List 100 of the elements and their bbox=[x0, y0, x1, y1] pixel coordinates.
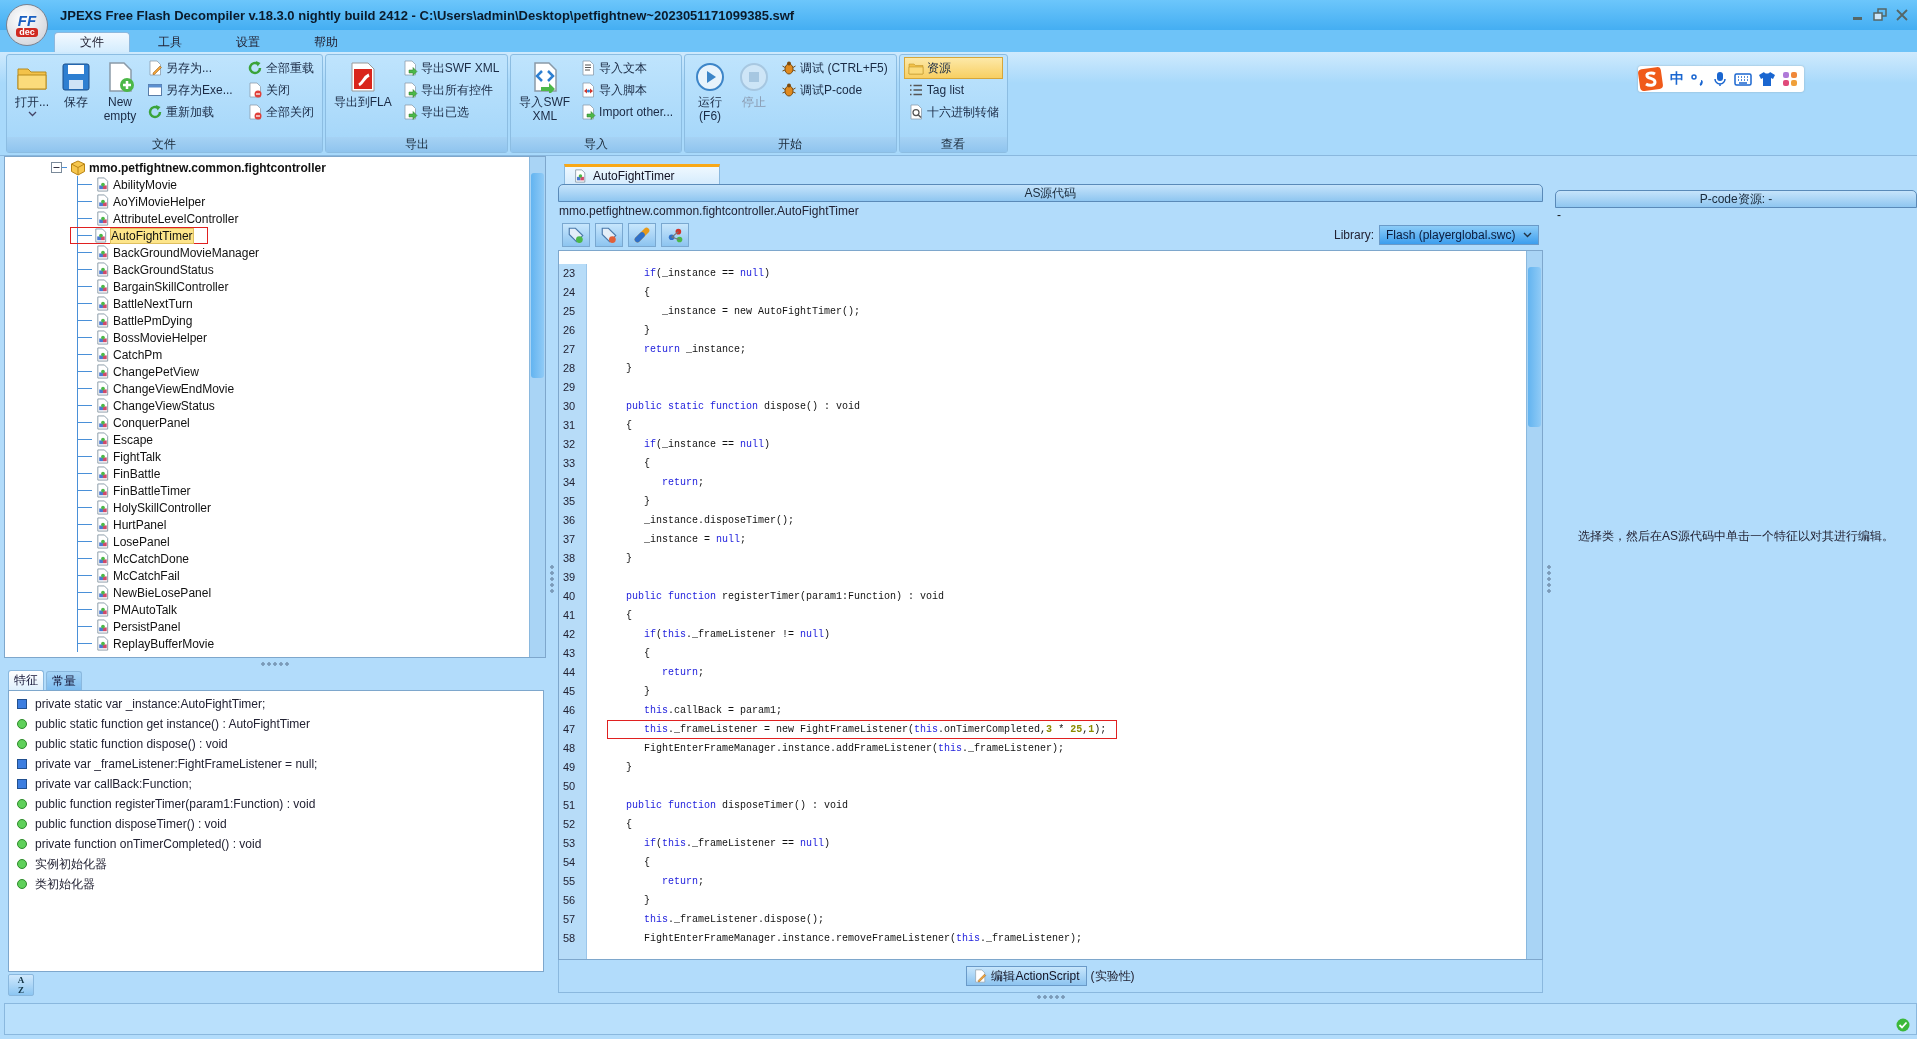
shirt-icon[interactable] bbox=[1758, 71, 1776, 87]
ribbon-button[interactable]: 打开... bbox=[11, 57, 53, 135]
edit-button[interactable]: 编辑ActionScript bbox=[966, 966, 1087, 986]
feature-item[interactable]: public function disposeTimer() : void bbox=[9, 814, 543, 834]
ribbon-button[interactable]: 调试 (CTRL+F5) bbox=[777, 57, 892, 79]
ribbon-button[interactable]: 运行 (F6) bbox=[689, 57, 732, 135]
menu-tab[interactable]: 帮助 bbox=[288, 32, 364, 52]
collapse-icon[interactable] bbox=[51, 162, 62, 173]
feature-item[interactable]: public static function get instance() : AutoFightTimer bbox=[9, 714, 543, 734]
tree-item[interactable]: FinBattle bbox=[92, 465, 164, 482]
tree-item[interactable]: PMAutoTalk bbox=[92, 601, 181, 618]
ribbon-button[interactable]: 全部重载 bbox=[242, 57, 318, 79]
menu-tab[interactable]: 工具 bbox=[132, 32, 208, 52]
tree-item[interactable]: ChangePetView bbox=[92, 363, 202, 380]
panel-tab[interactable]: 常量 bbox=[46, 671, 82, 690]
ribbon-button[interactable]: 重新加载 bbox=[143, 101, 237, 123]
code-editor[interactable] bbox=[558, 250, 1543, 960]
close-icon[interactable] bbox=[1895, 8, 1909, 22]
code-line: _instance = new AutoFightTimer(); bbox=[661, 305, 862, 319]
ribbon-button[interactable]: 导入文本 bbox=[576, 57, 678, 79]
ribbon-button[interactable]: 导出所有控件 bbox=[397, 79, 504, 101]
tree-item[interactable]: ConquerPanel bbox=[92, 414, 193, 431]
feature-item[interactable]: public static function dispose() : void bbox=[9, 734, 543, 754]
tree-item[interactable]: AbilityMovie bbox=[92, 176, 181, 193]
line-number: 24 bbox=[562, 285, 577, 300]
splitter-handle[interactable] bbox=[1035, 993, 1066, 1001]
ribbon-button[interactable]: 保存 bbox=[55, 57, 97, 135]
ribbon-button[interactable]: 调试P-code bbox=[777, 79, 892, 101]
ime-mode[interactable]: 中 bbox=[1670, 70, 1684, 88]
tree-item[interactable]: HolySkillController bbox=[92, 499, 215, 516]
tree-item[interactable]: AttributeLevelController bbox=[92, 210, 242, 227]
tree-item[interactable]: BattleNextTurn bbox=[92, 295, 196, 312]
feature-item[interactable]: private function onTimerCompleted() : void bbox=[9, 834, 543, 854]
sort-button[interactable]: A Z bbox=[8, 974, 34, 996]
ribbon-button[interactable]: 全部关闭 bbox=[242, 101, 318, 123]
ribbon-button[interactable]: 另存为Exe... bbox=[143, 79, 237, 101]
ribbon-button[interactable]: 十六进制转储 bbox=[903, 101, 1003, 123]
ribbon-button[interactable]: 导出SWF XML bbox=[397, 57, 504, 79]
class-icon bbox=[95, 500, 110, 515]
ribbon-button[interactable]: 导入SWF XML bbox=[515, 57, 575, 135]
feature-item[interactable]: private var _frameListener:FightFrameListener = null; bbox=[9, 754, 543, 774]
ribbon-button[interactable]: 资源 bbox=[903, 57, 1003, 79]
scrollbar[interactable] bbox=[529, 157, 545, 657]
ribbon-button[interactable]: Import other... bbox=[576, 101, 678, 123]
stop-icon bbox=[738, 61, 771, 93]
ribbon-button[interactable]: 导出到FLA bbox=[329, 57, 396, 135]
tree-item[interactable]: NewBieLosePanel bbox=[92, 584, 215, 601]
tree-item[interactable]: ReplayBufferMovie bbox=[92, 635, 218, 652]
tag-plus-icon bbox=[567, 226, 585, 244]
tree-item[interactable]: BackGroundStatus bbox=[92, 261, 217, 278]
tree-item[interactable]: McCatchFail bbox=[92, 567, 183, 584]
feature-item[interactable]: 类初始化器 bbox=[9, 874, 543, 894]
punctuation-icon[interactable] bbox=[1690, 71, 1706, 87]
library-dropdown[interactable]: Flash (playerglobal.swc) bbox=[1379, 225, 1539, 245]
toolbar-button[interactable] bbox=[661, 223, 689, 247]
toolbar-button[interactable] bbox=[595, 223, 623, 247]
panel-tab[interactable]: 特征 bbox=[8, 670, 44, 690]
class-icon bbox=[95, 211, 110, 226]
splitter-handle[interactable] bbox=[550, 563, 554, 594]
toolbar-button[interactable] bbox=[628, 223, 656, 247]
tree-item[interactable]: FinBattleTimer bbox=[92, 482, 194, 499]
tree-item[interactable]: AoYiMovieHelper bbox=[92, 193, 209, 210]
ribbon-button[interactable]: 关闭 bbox=[242, 79, 318, 101]
ribbon-button[interactable]: New empty bbox=[99, 57, 141, 135]
feature-item[interactable]: 实例初始化器 bbox=[9, 854, 543, 874]
tree-item[interactable]: FightTalk bbox=[92, 448, 165, 465]
tree-item[interactable]: CatchPm bbox=[92, 346, 166, 363]
tree-item[interactable]: ChangeViewEndMovie bbox=[92, 380, 238, 397]
microphone-icon[interactable] bbox=[1712, 71, 1728, 87]
feature-item[interactable]: private static var _instance:AutoFightTimer; bbox=[9, 694, 543, 714]
tree-item[interactable]: AutoFightTimer bbox=[70, 227, 208, 244]
ribbon-button[interactable]: Tag list bbox=[903, 79, 1003, 101]
ribbon-button[interactable]: 另存为... bbox=[143, 57, 237, 79]
tree-item[interactable]: PersistPanel bbox=[92, 618, 184, 635]
tree-item[interactable]: McCatchDone bbox=[92, 550, 193, 567]
splitter-handle[interactable] bbox=[260, 660, 290, 668]
toolbar-button[interactable] bbox=[562, 223, 590, 247]
splitter-handle[interactable] bbox=[1547, 563, 1551, 594]
apps-icon[interactable] bbox=[1782, 71, 1798, 87]
keyboard-icon[interactable] bbox=[1734, 71, 1752, 87]
tree-item[interactable]: BargainSkillController bbox=[92, 278, 232, 295]
tree-item[interactable]: Escape bbox=[92, 431, 157, 448]
tree-item[interactable]: HurtPanel bbox=[92, 516, 170, 533]
tree-item[interactable]: BossMovieHelper bbox=[92, 329, 211, 346]
menu-tab[interactable]: 设置 bbox=[210, 32, 286, 52]
line-number: 34 bbox=[562, 475, 577, 490]
menu-tab[interactable]: 文件 bbox=[54, 32, 130, 52]
tree-item[interactable]: BattlePmDying bbox=[92, 312, 196, 329]
feature-item[interactable]: public function registerTimer(param1:Function) : void bbox=[9, 794, 543, 814]
logo-icon[interactable] bbox=[1638, 66, 1664, 92]
tree-item[interactable]: ChangeViewStatus bbox=[92, 397, 218, 414]
editor-tab[interactable]: AutoFightTimer bbox=[564, 164, 720, 184]
feature-item[interactable]: private var callBack:Function; bbox=[9, 774, 543, 794]
scrollbar[interactable] bbox=[1526, 251, 1542, 959]
ribbon-button[interactable]: 导入脚本 bbox=[576, 79, 678, 101]
tree-item[interactable]: BackGroundMovieManager bbox=[92, 244, 263, 261]
ribbon-button[interactable]: 导出已选 bbox=[397, 101, 504, 123]
restore-icon[interactable] bbox=[1873, 8, 1887, 22]
tree-item[interactable]: LosePanel bbox=[92, 533, 173, 550]
tree-item[interactable]: mmo.petfightnew.common.fightcontroller bbox=[67, 159, 329, 176]
